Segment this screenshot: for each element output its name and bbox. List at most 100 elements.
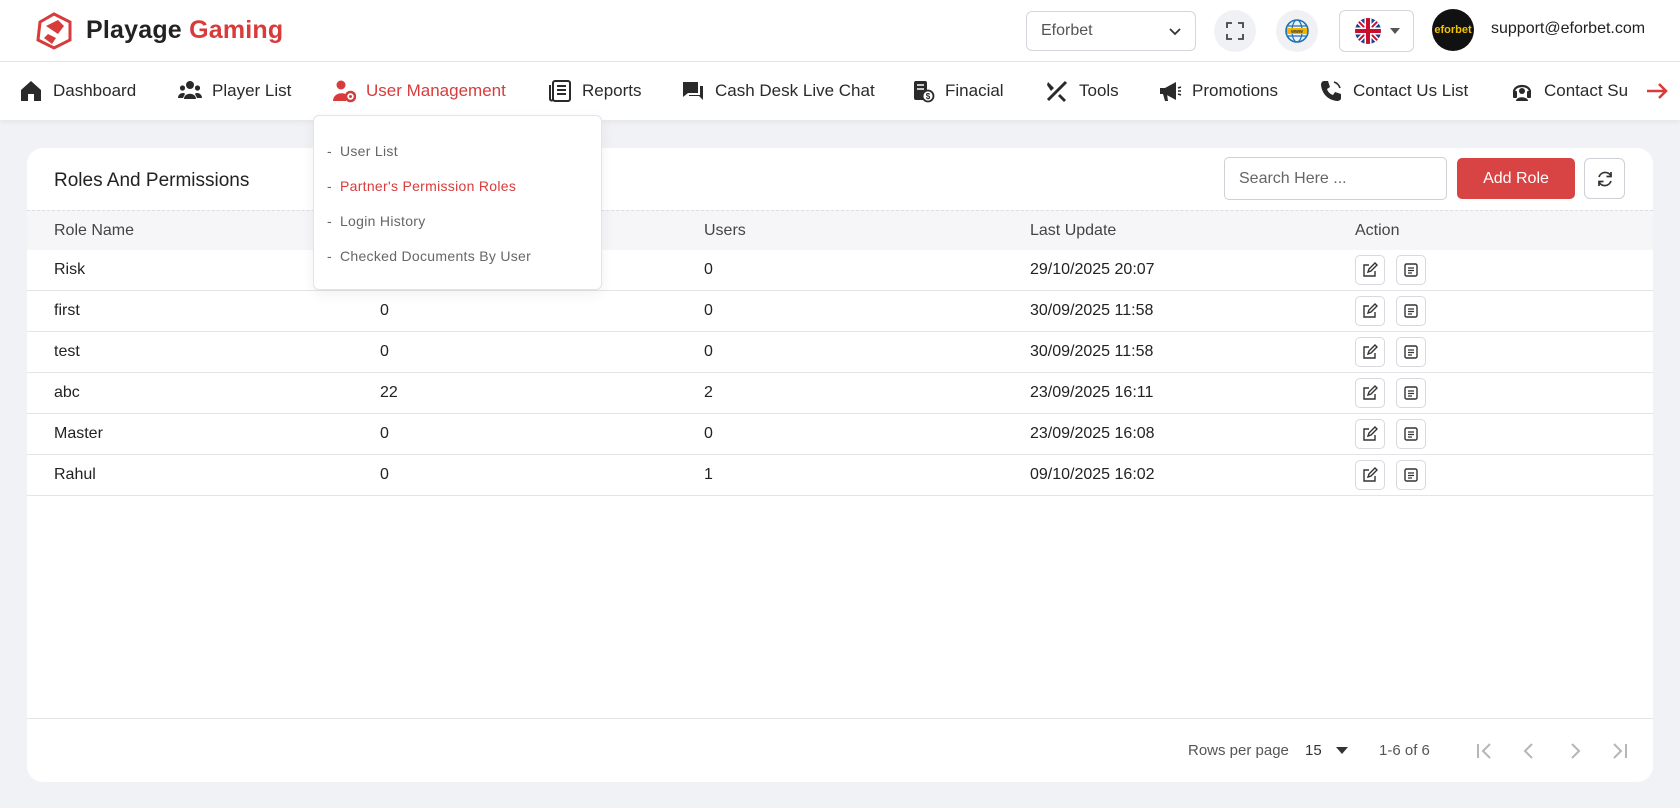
search-input[interactable] (1224, 157, 1447, 200)
first-page-icon[interactable] (1472, 739, 1496, 763)
refresh-icon (1597, 171, 1612, 186)
language-selector[interactable] (1339, 10, 1414, 52)
edit-button[interactable] (1355, 255, 1385, 285)
edit-button[interactable] (1355, 337, 1385, 367)
table-cell: 09/10/2025 16:02 (1030, 466, 1155, 483)
menu-item-checked-documents[interactable]: - Checked Documents By User (327, 248, 531, 264)
nav-item-promotions[interactable]: Promotions (1158, 62, 1278, 120)
details-button[interactable] (1396, 255, 1426, 285)
nav-item-contact-support[interactable]: Contact Su (1510, 62, 1628, 120)
edit-button[interactable] (1355, 378, 1385, 408)
col-action: Action (1355, 221, 1400, 239)
nav-item-reports[interactable]: Reports (548, 62, 642, 120)
website-button[interactable]: www (1276, 10, 1318, 52)
table-cell: 0 (380, 425, 389, 442)
col-last-update: Last Update (1030, 221, 1117, 239)
globe-icon: www (1285, 19, 1309, 43)
rows-per-page-label: Rows per page (1188, 742, 1289, 759)
table-row: test 0 0 30/09/2025 11:58 (27, 332, 1653, 373)
list-icon (1404, 345, 1418, 359)
details-button[interactable] (1396, 460, 1426, 490)
brand-select-value: Eforbet (1041, 22, 1093, 39)
brand-select[interactable]: Eforbet (1026, 11, 1196, 51)
rows-per-page-value: 15 (1305, 742, 1322, 759)
home-icon (21, 81, 41, 101)
list-icon (1404, 468, 1418, 482)
list-icon (1404, 427, 1418, 441)
support-email[interactable]: support@eforbet.com (1491, 20, 1645, 38)
menu-item-login-history[interactable]: - Login History (327, 213, 426, 229)
nav-item-finacial[interactable]: $ Finacial (911, 62, 1004, 120)
logo[interactable]: Playage Gaming (32, 10, 283, 50)
nav-item-player-list[interactable]: Player List (178, 62, 291, 120)
table-footer-divider (27, 718, 1653, 719)
svg-text:www: www (1290, 29, 1303, 35)
logo-icon (36, 12, 72, 50)
table-cell: 23/09/2025 16:11 (1030, 384, 1154, 401)
list-icon (1404, 304, 1418, 318)
list-icon (1404, 263, 1418, 277)
table-cell: 0 (704, 343, 713, 360)
fullscreen-icon (1226, 22, 1244, 40)
nav-item-tools[interactable]: Tools (1045, 62, 1119, 120)
table-row: abc 22 2 23/09/2025 16:11 (27, 373, 1653, 414)
top-header: Playage Gaming Eforbet www eforbet suppo… (0, 0, 1680, 62)
table-cell: 30/09/2025 11:58 (1030, 302, 1154, 319)
table-cell: 29/10/2025 20:07 (1030, 261, 1155, 278)
col-role-name: Role Name (54, 221, 135, 239)
table-cell: Rahul (54, 466, 96, 483)
table-cell: 0 (704, 425, 713, 442)
table-cell: 2 (704, 384, 713, 401)
refresh-button[interactable] (1584, 158, 1625, 199)
details-button[interactable] (1396, 419, 1426, 449)
table-row: Rahul 0 1 09/10/2025 16:02 (27, 455, 1653, 496)
table-cell: Risk (54, 261, 86, 278)
edit-icon (1363, 344, 1378, 359)
edit-icon (1363, 262, 1378, 277)
logo-text: Playage Gaming (86, 15, 284, 44)
table-cell: 0 (380, 343, 389, 360)
table-cell: first (54, 302, 80, 319)
prev-page-icon[interactable] (1517, 739, 1541, 763)
avatar[interactable]: eforbet (1432, 9, 1474, 51)
edit-icon (1363, 385, 1378, 400)
pagination-range: 1-6 of 6 (1379, 742, 1430, 759)
table-cell: abc (54, 384, 80, 401)
menu-item-user-list[interactable]: - User List (327, 143, 398, 159)
fullscreen-button[interactable] (1214, 10, 1256, 52)
nav-item-user-management[interactable]: User Management (332, 62, 506, 120)
report-icon (549, 80, 571, 102)
arrow-right-icon[interactable] (1645, 79, 1669, 103)
edit-icon (1363, 426, 1378, 441)
rows-per-page-select[interactable]: 15 (1305, 742, 1348, 759)
main-nav: Dashboard Player List User Management Re… (0, 62, 1680, 120)
nav-item-dashboard[interactable]: Dashboard (19, 62, 136, 120)
edit-button[interactable] (1355, 419, 1385, 449)
menu-item-partners-permission-roles[interactable]: - Partner's Permission Roles (327, 178, 516, 194)
edit-button[interactable] (1355, 296, 1385, 326)
uk-flag-icon (1355, 18, 1381, 44)
caret-down-icon (1390, 28, 1400, 34)
nav-item-contact-us-list[interactable]: Contact Us List (1319, 62, 1468, 120)
details-button[interactable] (1396, 378, 1426, 408)
nav-item-cash-desk-live-chat[interactable]: Cash Desk Live Chat (681, 62, 875, 120)
details-button[interactable] (1396, 337, 1426, 367)
table-cell: Master (54, 425, 103, 442)
money-check-icon: $ (914, 81, 935, 103)
roles-table: Role Name Users Last Update Action Risk 0… (27, 210, 1653, 496)
next-page-icon[interactable] (1563, 739, 1587, 763)
user-gear-icon (333, 80, 356, 103)
table-row: Master 0 0 23/09/2025 16:08 (27, 414, 1653, 455)
add-role-button[interactable]: Add Role (1457, 158, 1575, 199)
list-icon (1404, 386, 1418, 400)
details-button[interactable] (1396, 296, 1426, 326)
table-row: Risk 0 29/10/2025 20:07 (27, 250, 1653, 291)
table-cell: 22 (380, 384, 398, 401)
last-page-icon[interactable] (1608, 739, 1632, 763)
svg-text:$: $ (926, 92, 931, 101)
edit-button[interactable] (1355, 460, 1385, 490)
headset-icon (1512, 84, 1532, 101)
table-cell: 0 (704, 261, 713, 278)
table-row: first 0 0 30/09/2025 11:58 (27, 291, 1653, 332)
chat-icon (683, 82, 703, 100)
